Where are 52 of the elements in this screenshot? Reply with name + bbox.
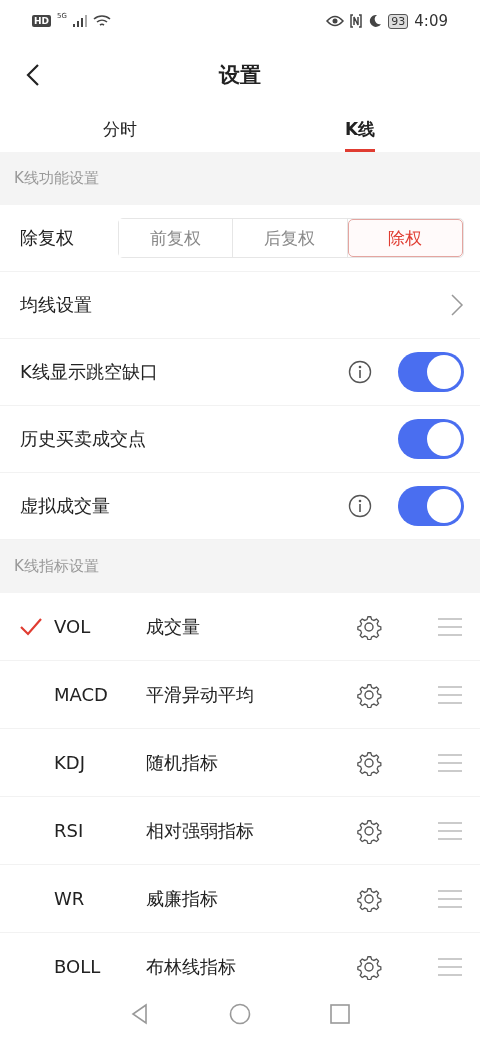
settings-icon[interactable] [356, 885, 382, 912]
indicator-code: MACD [54, 684, 109, 705]
settings-icon[interactable] [356, 613, 382, 640]
signal-icon [72, 15, 87, 27]
battery-icon: 93 [388, 13, 409, 29]
indicator-code: KDJ [54, 752, 86, 773]
row-label: 除复权 [20, 226, 75, 250]
info-icon[interactable] [348, 494, 372, 518]
chevron-right-icon [450, 293, 464, 317]
wifi-icon [92, 14, 111, 28]
eye-icon [326, 15, 345, 27]
row-label[interactable]: 均线设置 [20, 293, 450, 317]
indicator-name: 成交量 [146, 614, 201, 639]
section-header: K线指标设置 [0, 540, 480, 593]
indicator-name: 布林线指标 [146, 954, 237, 979]
indicator-code: BOLL [54, 956, 102, 977]
drag-handle-icon[interactable] [438, 820, 462, 841]
row-label: 历史买卖成交点 [20, 427, 147, 451]
toggle-switch[interactable] [398, 486, 464, 526]
indicator-name: 相对强弱指标 [146, 818, 255, 843]
drag-handle-icon[interactable] [438, 684, 462, 705]
row-label: 虚拟成交量 [20, 494, 111, 518]
clock: 4:09 [414, 12, 448, 30]
row-label: K线显示跳空缺口 [20, 360, 159, 384]
indicator-code: VOL [54, 616, 92, 637]
segment-option[interactable]: 前复权 [119, 219, 234, 257]
settings-icon[interactable] [356, 749, 382, 776]
indicator-code: RSI [54, 820, 85, 841]
settings-icon[interactable] [356, 953, 382, 980]
drag-handle-icon[interactable] [438, 888, 462, 909]
section-header: K线功能设置 [0, 152, 480, 205]
page-title: 设置 [219, 62, 261, 89]
drag-handle-icon[interactable] [438, 956, 462, 977]
settings-icon[interactable] [356, 817, 382, 844]
toggle-switch[interactable] [398, 419, 464, 459]
tab[interactable]: 分时 [0, 108, 240, 152]
indicator-name: 威廉指标 [146, 886, 219, 911]
home-nav-icon[interactable] [229, 1003, 251, 1025]
hd-icon: HD [32, 15, 51, 27]
checkmark-icon[interactable] [20, 617, 42, 636]
drag-handle-icon[interactable] [438, 752, 462, 773]
indicator-name: 平滑异动平均 [146, 682, 255, 707]
toggle-switch[interactable] [398, 352, 464, 392]
moon-icon [368, 14, 383, 28]
drag-handle-icon[interactable] [438, 616, 462, 637]
recents-nav-icon[interactable] [329, 1003, 351, 1025]
segment-option[interactable]: 除权 [347, 219, 463, 257]
nfc-icon [350, 14, 363, 28]
indicator-code: WR [54, 888, 86, 909]
info-icon[interactable] [348, 360, 372, 384]
indicator-name: 随机指标 [146, 750, 219, 775]
settings-icon[interactable] [356, 681, 382, 708]
